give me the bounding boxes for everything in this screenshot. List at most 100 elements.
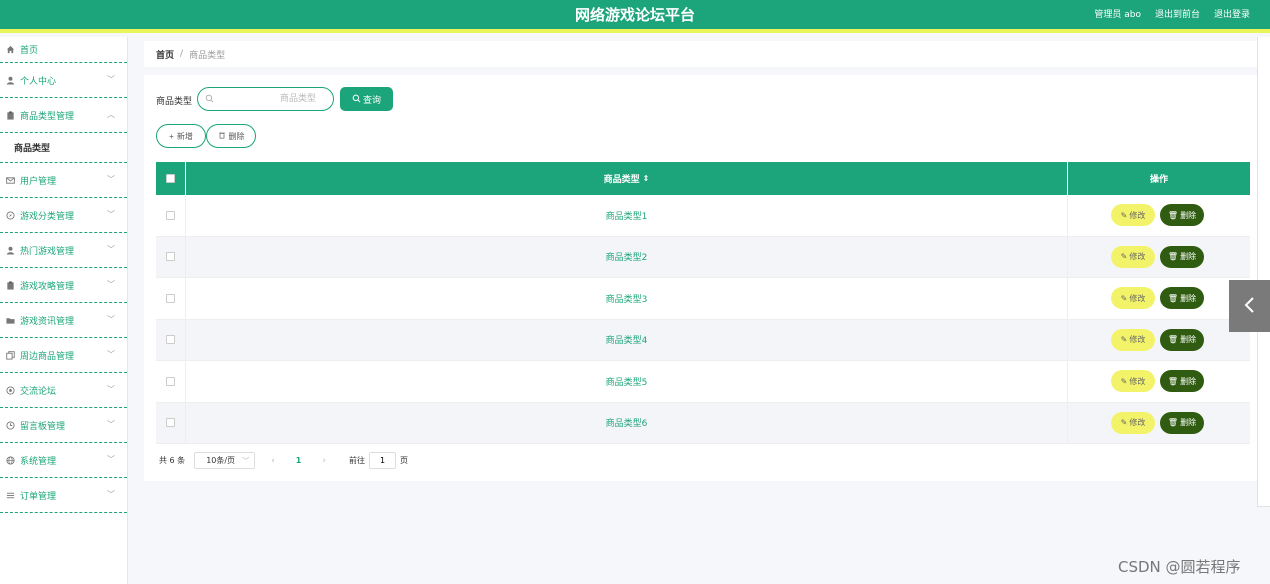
row-checkbox[interactable] xyxy=(166,252,175,262)
logout-link[interactable]: 退出登录 xyxy=(1214,7,1250,20)
sidebar-item-forum[interactable]: 交流论坛 ﹀ xyxy=(0,373,127,408)
total-count: 共 6 条 xyxy=(159,456,186,465)
search-icon xyxy=(352,94,361,105)
delete-button[interactable]: 🗑 删除 xyxy=(1160,370,1204,393)
sidebar-item-label: 交流论坛 xyxy=(20,386,57,397)
sidebar-subitem-product-type[interactable]: 商品类型 xyxy=(0,133,127,163)
delete-button[interactable]: 🗑 删除 xyxy=(1160,411,1204,434)
compass-icon xyxy=(5,210,16,221)
row-checkbox[interactable] xyxy=(166,335,175,345)
sidebar-item-personal-center[interactable]: 个人中心 ﹀ xyxy=(0,63,127,98)
chevron-down-icon: ﹀ xyxy=(107,385,115,394)
row-checkbox[interactable] xyxy=(166,293,175,303)
edit-button[interactable]: ✎ 修改 xyxy=(1111,287,1155,310)
delete-button[interactable]: 🗑 删除 xyxy=(1160,204,1204,227)
sidebar-item-game-guide-management[interactable]: 游戏攻略管理 ﹀ xyxy=(0,268,127,303)
sidebar-item-user-management[interactable]: 用户管理 ﹀ xyxy=(0,163,127,198)
breadcrumb-current: 商品类型 xyxy=(189,50,226,61)
sidebar-item-message-board-management[interactable]: 留言板管理 ﹀ xyxy=(0,408,127,443)
pagination: 共 6 条 10条/页 ﹀ ‹ 1 › 前往 页 xyxy=(159,452,408,469)
table-row: 商品类型1 ✎ 修改 🗑 删除 xyxy=(156,195,1250,237)
search-icon xyxy=(205,94,214,106)
chevron-down-icon: ﹀ xyxy=(107,315,115,324)
list-icon xyxy=(5,490,16,501)
sidebar: 首页 个人中心 ﹀ 商品类型管理 ︿ 商品类型 用户管理 ﹀ 游戏分类管理 ﹀ xyxy=(0,37,128,584)
row-name-cell: 商品类型3 xyxy=(186,278,1068,319)
chevron-down-icon: ﹀ xyxy=(107,175,115,184)
header-links: 管理员 abo 退出到前台 退出登录 xyxy=(1094,7,1250,20)
column-header-name[interactable]: 商品类型 ⇕ xyxy=(186,162,1068,195)
row-checkbox[interactable] xyxy=(166,376,175,386)
sidebar-item-label: 系统管理 xyxy=(20,456,57,467)
copy-icon xyxy=(5,350,16,361)
trash-icon xyxy=(218,131,226,141)
watermark: CSDN @圆若程序 xyxy=(1118,558,1241,576)
sidebar-item-game-category-management[interactable]: 游戏分类管理 ﹀ xyxy=(0,198,127,233)
trash-icon: 🗑 xyxy=(1167,252,1179,262)
page-unit-label: 页 xyxy=(399,456,408,465)
admin-user-label[interactable]: 管理员 abo xyxy=(1094,7,1141,20)
goto-label: 前往 xyxy=(348,456,365,465)
edit-icon: ✎ xyxy=(1120,252,1128,262)
row-name-cell: 商品类型2 xyxy=(186,236,1068,277)
sidebar-item-hot-game-management[interactable]: 热门游戏管理 ﹀ xyxy=(0,233,127,268)
chevron-left-icon xyxy=(1243,296,1257,317)
sidebar-item-label: 游戏攻略管理 xyxy=(20,281,75,292)
trash-icon: 🗑 xyxy=(1167,376,1179,386)
edit-button[interactable]: ✎ 修改 xyxy=(1111,370,1155,393)
sidebar-item-label: 首页 xyxy=(20,46,39,56)
breadcrumb: 首页 / 商品类型 xyxy=(144,41,1257,67)
trash-icon: 🗑 xyxy=(1167,418,1179,428)
goto-page-input[interactable] xyxy=(368,452,396,469)
add-button[interactable]: + 新增 xyxy=(156,124,206,148)
sidebar-subitem-label: 商品类型 xyxy=(14,144,51,154)
sidebar-item-label: 留言板管理 xyxy=(20,421,66,432)
row-checkbox[interactable] xyxy=(166,210,175,220)
sidebar-item-label: 周边商品管理 xyxy=(20,351,75,362)
user-icon xyxy=(5,75,16,86)
table-row: 商品类型6 ✎ 修改 🗑 删除 xyxy=(156,402,1250,444)
sidebar-item-order-management[interactable]: 订单管理 ﹀ xyxy=(0,478,127,513)
to-front-link[interactable]: 退出到前台 xyxy=(1155,7,1200,20)
breadcrumb-home[interactable]: 首页 xyxy=(156,48,174,61)
sidebar-item-system-management[interactable]: 系统管理 ﹀ xyxy=(0,443,127,478)
next-page-icon[interactable]: › xyxy=(322,456,326,466)
query-button[interactable]: 查询 xyxy=(340,87,393,111)
row-name-cell: 商品类型1 xyxy=(186,195,1068,236)
delete-button[interactable]: 🗑 删除 xyxy=(1160,328,1204,351)
chevron-up-icon: ︿ xyxy=(107,110,115,119)
sidebar-item-merchandise-management[interactable]: 周边商品管理 ﹀ xyxy=(0,338,127,373)
delete-button[interactable]: 🗑 删除 xyxy=(1160,245,1204,268)
chevron-down-icon: ﹀ xyxy=(107,75,115,84)
sidebar-item-product-type-management[interactable]: 商品类型管理 ︿ xyxy=(0,98,127,133)
column-header-ops: 操作 xyxy=(1149,175,1168,185)
user-icon xyxy=(5,245,16,256)
chevron-down-icon: ﹀ xyxy=(107,420,115,429)
sidebar-item-home[interactable]: 首页 xyxy=(0,37,127,63)
table-row: 商品类型3 ✎ 修改 🗑 删除 xyxy=(156,278,1250,320)
trash-icon: 🗑 xyxy=(1167,210,1179,220)
delete-button[interactable]: 🗑 删除 xyxy=(1160,287,1204,310)
edit-button[interactable]: ✎ 修改 xyxy=(1111,245,1155,268)
edit-button[interactable]: ✎ 修改 xyxy=(1111,328,1155,351)
sort-icon[interactable]: ⇕ xyxy=(643,174,650,183)
edit-icon: ✎ xyxy=(1120,293,1128,303)
edit-button[interactable]: ✎ 修改 xyxy=(1111,204,1155,227)
table-row: 商品类型2 ✎ 修改 🗑 删除 xyxy=(156,236,1250,278)
chevron-down-icon: ﹀ xyxy=(107,210,115,219)
batch-delete-button[interactable]: 删除 xyxy=(206,124,256,148)
edit-button[interactable]: ✎ 修改 xyxy=(1111,411,1155,434)
prev-page-icon[interactable]: ‹ xyxy=(271,456,275,466)
page-size-select[interactable]: 10条/页 ﹀ xyxy=(194,452,256,469)
sidebar-item-label: 个人中心 xyxy=(20,76,57,87)
top-header: 网络游戏论坛平台 管理员 abo 退出到前台 退出登录 xyxy=(0,0,1270,33)
search-label: 商品类型 xyxy=(156,97,193,107)
collapse-panel-button[interactable] xyxy=(1229,280,1270,332)
edit-icon: ✎ xyxy=(1120,376,1128,386)
row-checkbox[interactable] xyxy=(166,418,175,428)
sidebar-item-game-news-management[interactable]: 游戏资讯管理 ﹀ xyxy=(0,303,127,338)
sidebar-item-label: 订单管理 xyxy=(20,491,57,502)
page-number-current[interactable]: 1 xyxy=(296,456,302,465)
select-all-checkbox[interactable] xyxy=(166,174,175,183)
search-input[interactable] xyxy=(216,91,316,107)
